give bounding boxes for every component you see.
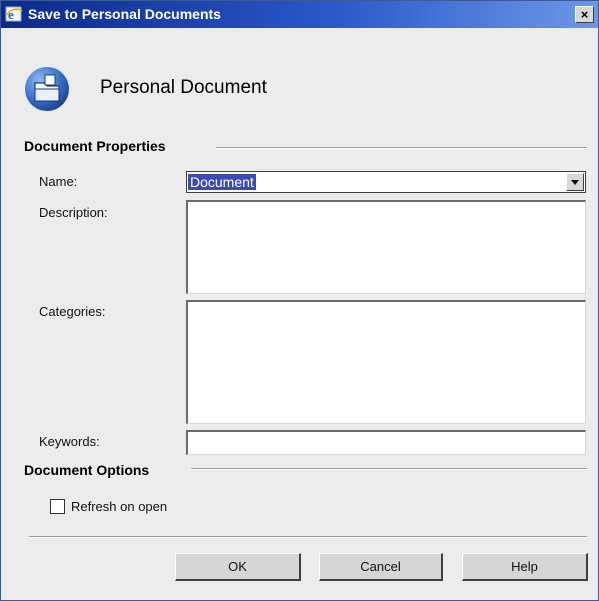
chevron-down-icon[interactable] [566,173,584,191]
help-button[interactable]: Help [462,553,588,581]
keywords-label: Keywords: [39,434,100,449]
window-title: Save to Personal Documents [28,6,221,22]
cancel-button[interactable]: Cancel [319,553,443,581]
description-label: Description: [39,205,108,220]
ie-icon: e [5,6,23,22]
refresh-label[interactable]: Refresh on open [71,499,167,514]
close-button[interactable]: × [575,6,594,23]
name-combobox[interactable]: Document [186,171,586,193]
ok-button[interactable]: OK [175,553,301,581]
refresh-checkbox[interactable] [50,499,65,514]
section-title-properties: Document Properties [24,138,166,154]
page-title: Personal Document [100,77,267,98]
footer-divider [29,536,587,538]
folder-icon [25,67,69,111]
categories-label: Categories: [39,304,106,319]
description-field[interactable] [186,200,586,294]
keywords-field[interactable] [186,430,586,455]
section-title-options: Document Options [24,462,150,478]
section-divider [216,147,587,149]
categories-field[interactable] [186,300,586,424]
title-bar: e Save to Personal Documents × [1,1,598,28]
section-divider [191,468,587,470]
name-value[interactable]: Document [188,174,256,190]
close-icon: × [580,7,589,22]
save-dialog: e Save to Personal Documents × Personal … [0,0,599,601]
name-label: Name: [39,174,78,189]
